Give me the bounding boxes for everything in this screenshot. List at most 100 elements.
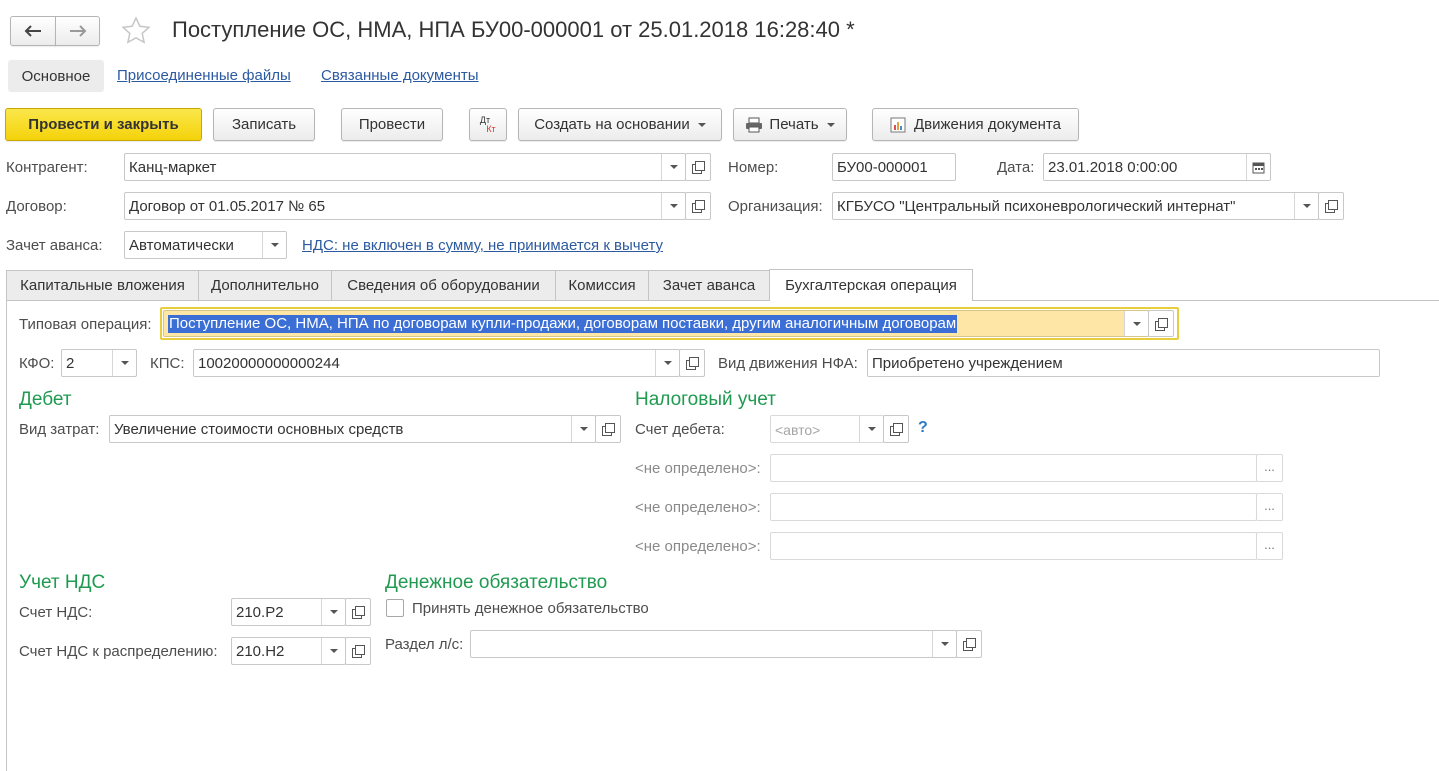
date-label: Дата: (997, 159, 1035, 176)
accept-obligation-checkbox[interactable] (386, 599, 404, 617)
help-icon[interactable]: ? (918, 419, 928, 437)
vat-distribution-field[interactable]: 210.Н2 (231, 637, 346, 665)
cost-type-open-button[interactable] (595, 415, 621, 443)
post-and-close-label: Провести и закрыть (28, 116, 179, 133)
nav-tab-related[interactable]: Связанные документы (321, 67, 479, 85)
organization-dropdown[interactable] (1294, 193, 1318, 219)
kps-open-button[interactable] (679, 349, 705, 377)
post-and-close-button[interactable]: Провести и закрыть (5, 108, 202, 141)
open-form-icon (602, 423, 615, 436)
tab-equipment[interactable]: Сведения об оборудовании (331, 270, 556, 300)
chevron-down-icon (329, 610, 338, 614)
counterparty-open-button[interactable] (685, 153, 711, 181)
contract-field[interactable]: Договор от 01.05.2017 № 65 (124, 192, 686, 220)
vat-account-label: Счет НДС: (19, 604, 93, 621)
kt-icon: Кт (486, 123, 496, 134)
kfo-dropdown[interactable] (112, 350, 136, 376)
undefined-select-button-2[interactable]: ... (1256, 493, 1283, 521)
undefined-select-button-3[interactable]: ... (1256, 532, 1283, 560)
nav-tab-files[interactable]: Присоединенные файлы (117, 67, 291, 85)
contract-open-button[interactable] (685, 192, 711, 220)
tab-advance[interactable]: Зачет аванса (648, 270, 770, 300)
undefined-field-1 (770, 454, 1257, 482)
open-form-icon (692, 200, 705, 213)
tab-additional[interactable]: Дополнительно (198, 270, 332, 300)
nav-tab-main[interactable]: Основное (8, 60, 104, 92)
chevron-down-icon (329, 649, 338, 653)
tax-section-title: Налоговый учет (635, 389, 776, 410)
back-button[interactable] (10, 16, 56, 46)
forward-button[interactable] (55, 16, 100, 46)
undefined-label-2: <не определено>: (635, 499, 761, 516)
date-field[interactable]: 23.01.2018 0:00:00 (1043, 153, 1271, 181)
account-section-field[interactable] (470, 630, 957, 658)
save-label: Записать (231, 116, 297, 133)
tab-label: Капитальные вложения (20, 277, 185, 294)
vat-account-open-button[interactable] (345, 598, 371, 626)
tab-label: Сведения об оборудовании (347, 277, 540, 294)
vat-account-field[interactable]: 210.Р2 (231, 598, 346, 626)
vat-account-value: 210.Р2 (236, 604, 284, 621)
cost-type-label: Вид затрат: (19, 421, 100, 438)
number-value: БУ00-000001 (837, 159, 928, 176)
post-button[interactable]: Провести (341, 108, 443, 141)
typical-operation-open-button[interactable] (1148, 310, 1174, 337)
vat-section-title: Учет НДС (19, 572, 106, 593)
open-form-icon (352, 606, 365, 619)
undefined-label-1: <не определено>: (635, 460, 761, 477)
debit-account-open-button[interactable] (883, 415, 909, 443)
tab-capital-investments[interactable]: Капитальные вложения (6, 270, 199, 300)
debit-account-dropdown[interactable] (859, 416, 883, 442)
number-label: Номер: (728, 159, 779, 176)
cost-type-value: Увеличение стоимости основных средств (114, 421, 404, 438)
advance-select[interactable]: Автоматически (124, 231, 287, 259)
account-section-open-button[interactable] (956, 630, 982, 658)
counterparty-dropdown[interactable] (661, 154, 685, 180)
vat-distribution-label: Счет НДС к распределению: (19, 643, 218, 660)
account-section-dropdown[interactable] (932, 631, 956, 657)
kps-field[interactable]: 10020000000000244 (193, 349, 680, 377)
organization-open-button[interactable] (1318, 192, 1344, 220)
kps-dropdown[interactable] (655, 350, 679, 376)
typical-operation-field[interactable]: Поступление ОС, НМА, НПА по договорам ку… (163, 310, 1149, 337)
dt-kt-button[interactable]: Дт Кт (469, 108, 507, 141)
contract-dropdown[interactable] (661, 193, 685, 219)
document-movements-label: Движения документа (914, 116, 1061, 133)
print-button[interactable]: Печать (733, 108, 847, 141)
vat-link[interactable]: НДС: не включен в сумму, не принимается … (302, 237, 663, 255)
save-button[interactable]: Записать (213, 108, 315, 141)
tab-accounting-operation[interactable]: Бухгалтерская операция (769, 269, 973, 301)
number-field[interactable]: БУ00-000001 (832, 153, 956, 181)
undefined-field-2 (770, 493, 1257, 521)
kps-value: 10020000000000244 (198, 355, 340, 372)
contract-value: Договор от 01.05.2017 № 65 (129, 198, 326, 215)
debit-account-field[interactable]: <авто> (770, 415, 884, 443)
organization-field[interactable]: КГБУСО "Центральный психоневрологический… (832, 192, 1319, 220)
typical-operation-label: Типовая операция: (19, 316, 152, 333)
counterparty-label: Контрагент: (6, 159, 88, 176)
chevron-down-icon (579, 427, 588, 431)
open-form-icon (1325, 200, 1338, 213)
tab-label: Бухгалтерская операция (785, 277, 957, 294)
chevron-down-icon (669, 204, 678, 208)
favorite-star-icon[interactable] (120, 15, 152, 51)
advance-dropdown[interactable] (262, 232, 286, 258)
post-label: Провести (358, 116, 426, 133)
cost-type-dropdown[interactable] (571, 416, 595, 442)
cost-type-field[interactable]: Увеличение стоимости основных средств (109, 415, 596, 443)
vat-distribution-dropdown[interactable] (321, 638, 345, 664)
counterparty-field[interactable]: Канц-маркет (124, 153, 686, 181)
kfo-field[interactable]: 2 (61, 349, 137, 377)
create-based-button[interactable]: Создать на основании (518, 108, 722, 141)
chevron-down-icon (697, 122, 706, 127)
typical-operation-dropdown[interactable] (1124, 311, 1148, 336)
calendar-icon (1252, 162, 1265, 173)
calendar-button[interactable] (1246, 154, 1270, 180)
vat-distribution-open-button[interactable] (345, 637, 371, 665)
document-movements-button[interactable]: Движения документа (872, 108, 1079, 141)
tab-commission[interactable]: Комиссия (555, 270, 649, 300)
chevron-down-icon (1132, 321, 1141, 326)
undefined-select-button-1[interactable]: ... (1256, 454, 1283, 482)
nfa-movement-field[interactable]: Приобретено учреждением (867, 349, 1380, 377)
vat-account-dropdown[interactable] (321, 599, 345, 625)
